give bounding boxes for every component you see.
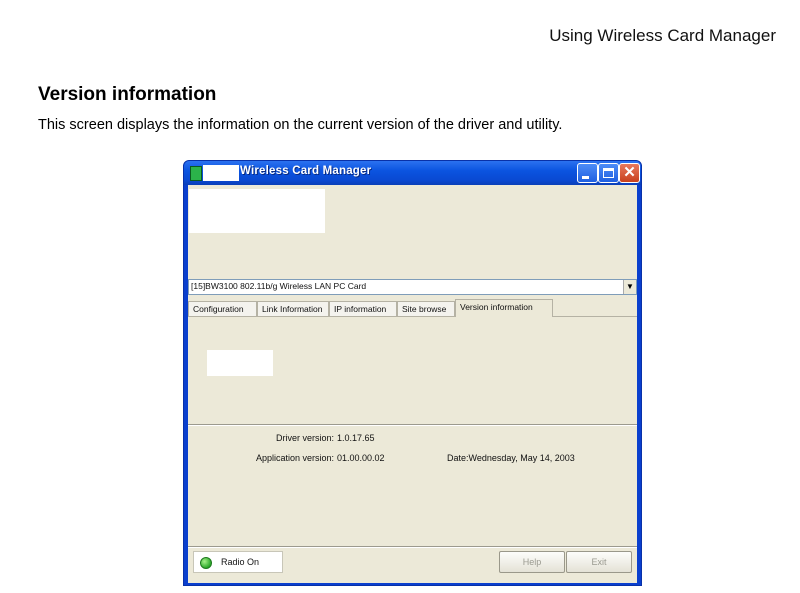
title-logo-placeholder [203,165,239,181]
driver-version-label: Driver version: [275,433,334,443]
panel-logo-placeholder [207,350,273,376]
tab-version-information[interactable]: Version information [455,299,553,317]
app-window: Wireless Card Manager ✕ [15]BW3100 802.1… [183,160,642,586]
window-title: Wireless Card Manager [240,165,372,177]
tab-link-information[interactable]: Link Information [257,301,329,317]
close-button[interactable]: ✕ [619,163,640,183]
tab-strip: Configuration Link Information IP inform… [188,299,637,317]
logo-placeholder [189,189,325,233]
window-client: [15]BW3100 802.11b/g Wireless LAN PC Car… [188,185,637,583]
tab-site-browse[interactable]: Site browse [397,301,455,317]
title-bar[interactable]: Wireless Card Manager ✕ [184,161,641,185]
help-button[interactable]: Help [499,551,565,573]
status-indicator: Radio On [193,551,283,573]
tab-configuration[interactable]: Configuration [188,301,257,317]
card-select-value: [15]BW3100 802.11b/g Wireless LAN PC Car… [191,281,367,291]
card-select[interactable]: [15]BW3100 802.11b/g Wireless LAN PC Car… [188,279,637,295]
application-version-value: 01.00.00.02 [337,453,385,463]
minimize-button[interactable] [577,163,598,183]
chevron-down-icon[interactable]: ▼ [623,280,636,294]
minimize-icon [582,176,589,179]
section-description: This screen displays the information on … [38,117,563,133]
app-icon [190,166,202,181]
release-date: Date:Wednesday, May 14, 2003 [447,453,575,463]
tab-ip-information[interactable]: IP information [329,301,397,317]
radio-status-led-icon [200,557,212,569]
driver-version-value: 1.0.17.65 [337,433,375,443]
exit-button[interactable]: Exit [566,551,632,573]
maximize-icon [603,168,614,178]
maximize-button[interactable] [598,163,619,183]
version-panel: Driver version: 1.0.17.65 Application ve… [188,316,637,544]
bottom-divider [188,546,637,548]
page-header: Using Wireless Card Manager [549,26,776,45]
close-icon: ✕ [623,164,636,181]
application-version-label: Application version: [255,453,334,463]
status-text: Radio On [221,557,260,567]
section-heading: Version information [38,84,217,105]
panel-divider [188,424,637,426]
